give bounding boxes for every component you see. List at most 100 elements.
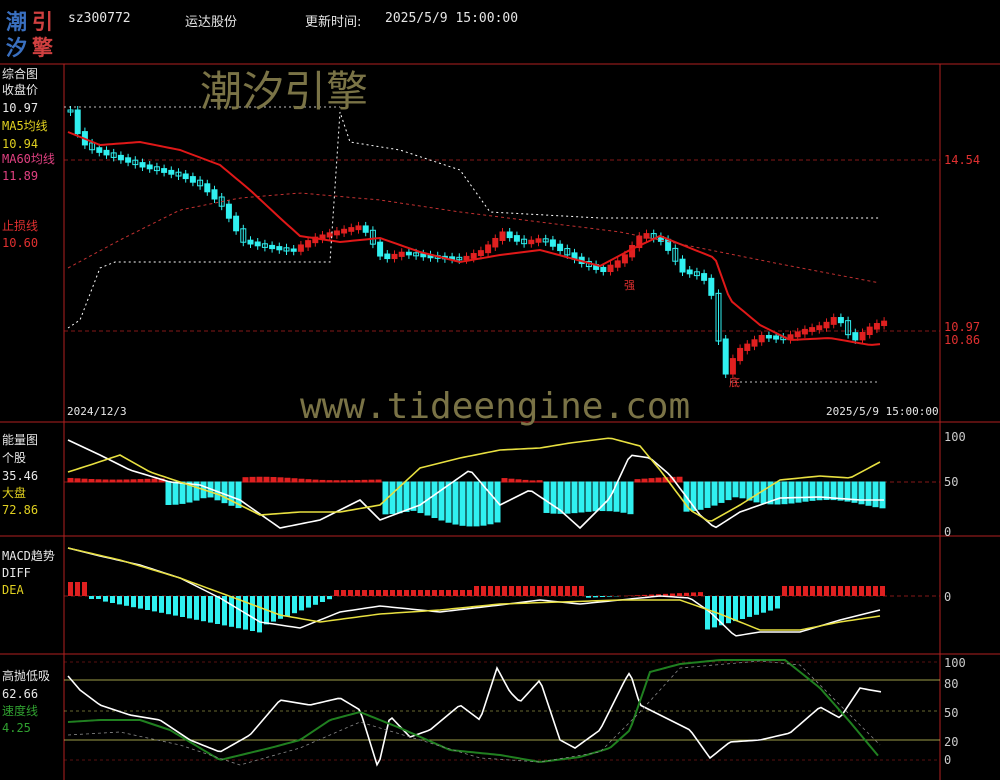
y-tick-label: 14.54 [944,153,981,167]
stock-energy-label: 个股 [2,451,27,465]
macd-bar [362,590,367,596]
macd-bar [418,590,423,596]
energy-bar [641,478,648,483]
candle [737,347,744,362]
energy-bar [256,476,263,483]
energy-bar [221,481,228,504]
energy-bar [375,479,382,483]
macd-bar [579,586,584,596]
candle [477,250,484,257]
energy-bar [277,477,284,483]
energy-bar [340,480,347,483]
macd-bar [103,596,108,602]
energy-bar [165,481,172,505]
energy-bar [837,481,844,501]
end-date: 2025/5/9 15:00:00 [826,405,939,418]
energy-bar [249,476,256,483]
macd-bar [201,596,206,622]
energy-bar [697,481,704,510]
candle [168,169,175,175]
macd-bar [376,590,381,596]
macd-bar [565,586,570,596]
energy-bar [522,479,529,483]
bottom-marker: 底 [729,376,740,389]
candle [513,235,520,242]
energy-bar [473,481,480,527]
energy-bar [788,481,795,504]
macd-bar [439,590,444,596]
energy-bar [571,481,578,514]
macd-bar [194,596,199,620]
macd-bar [411,590,416,596]
macd-bar [558,586,563,596]
energy-bar [389,481,396,515]
macd-bar [544,586,549,596]
stop-label: 止损线 [2,219,39,233]
energy-bar [627,481,634,515]
energy-bar [655,477,662,483]
macd-bar [383,590,388,596]
energy-bar [585,481,592,512]
macd-bar [747,596,752,617]
energy-bar [95,479,102,483]
energy-bar [438,481,445,521]
candle [305,240,312,248]
energy-bar [305,479,312,483]
macd-bar [509,586,514,596]
macd-bar [691,592,696,596]
candle [621,254,628,264]
energy-bar [515,479,522,483]
energy-bar [529,480,536,483]
ma60-label: MA60均线 [2,152,55,166]
macd-bar [831,586,836,596]
energy-bar [739,481,746,499]
energy-bar [774,481,781,505]
macd-bar [600,596,605,597]
macd-bar [537,586,542,596]
candle [463,255,470,261]
energy-bar [354,480,361,483]
energy-bar [795,481,802,503]
candle [607,264,614,273]
energy-bar [116,479,123,483]
macd-bar [404,590,409,596]
candle [341,228,348,234]
macd-bar [152,596,157,612]
candle [290,248,297,252]
macd-bar [789,586,794,596]
macd-bar [803,586,808,596]
energy-bar [634,479,641,483]
candle [729,358,736,375]
macd-bar [817,586,822,596]
y-tick-label: 0 [944,753,952,767]
macd-bar [488,586,493,596]
y-tick-label: 0 [944,525,952,539]
energy-bar [361,479,368,483]
macd-bar [873,586,878,596]
macd-bar [453,590,458,596]
candle [499,231,506,241]
macd-bar [523,586,528,596]
energy-bar [81,478,88,483]
energy-bar [179,481,186,504]
macd-bar [775,596,780,609]
macd-bar [355,590,360,596]
dea-label: DEA [2,583,24,597]
macd-bar [495,586,500,596]
candle [161,168,168,173]
macd-bar [446,590,451,596]
energy-bar [872,481,879,508]
ma60-line [67,192,879,284]
candle [765,334,772,339]
candle [881,320,888,327]
candle [708,277,715,296]
candle [276,246,283,251]
candle [333,230,340,236]
energy-bar [452,481,459,525]
macd-bar [733,596,738,622]
candle [355,225,362,231]
energy-bar [753,481,760,503]
macd-bar [698,592,703,596]
energy-bar [144,478,151,483]
energy-bar [466,481,473,527]
